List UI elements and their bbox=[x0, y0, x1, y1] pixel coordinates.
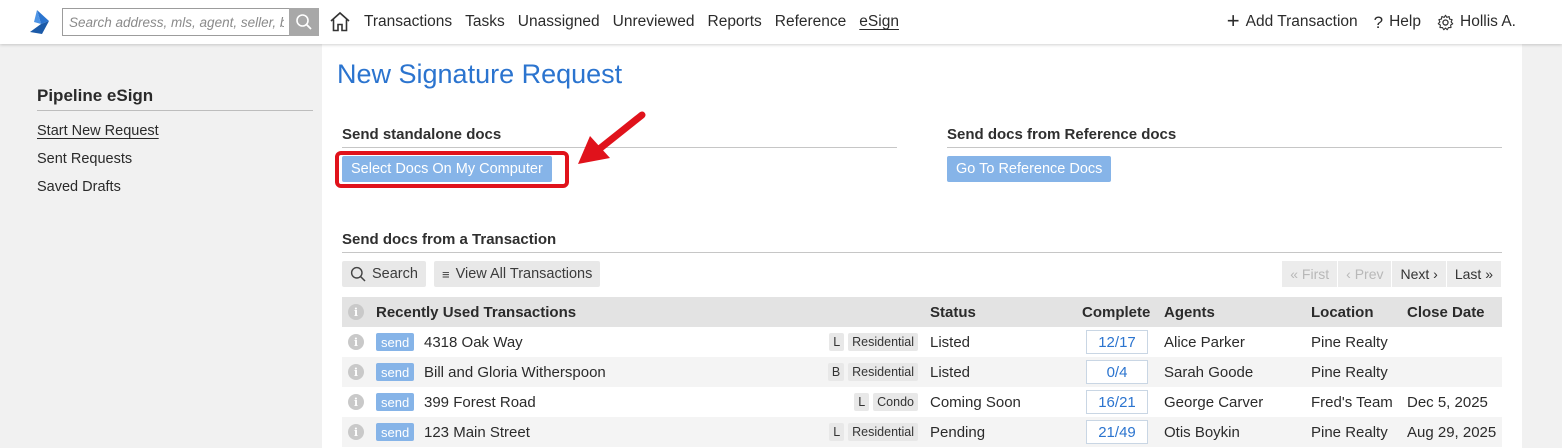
nav-reference[interactable]: Reference bbox=[775, 13, 847, 31]
table-row[interactable]: i send 4318 Oak Way L Residential Listed… bbox=[342, 327, 1502, 357]
location-cell: Pine Realty bbox=[1311, 333, 1388, 351]
col-header-complete: Complete bbox=[1082, 303, 1151, 321]
transaction-docs-heading: Send docs from a Transaction bbox=[342, 231, 1502, 253]
annotation-arrow bbox=[578, 111, 646, 164]
send-button[interactable]: send bbox=[376, 423, 415, 441]
gear-icon bbox=[1437, 14, 1454, 30]
col-header-agents: Agents bbox=[1164, 303, 1215, 321]
property-type-tag: Condo bbox=[873, 393, 918, 411]
top-navigation-bar: Transactions Tasks Unassigned Unreviewed… bbox=[0, 0, 1562, 44]
property-type-tag: Residential bbox=[848, 423, 918, 441]
info-icon[interactable]: i bbox=[348, 364, 364, 380]
transaction-name[interactable]: 123 Main Street bbox=[424, 417, 530, 447]
transaction-name[interactable]: 399 Forest Road bbox=[424, 387, 536, 417]
main-panel: New Signature Request Send standalone do… bbox=[322, 44, 1522, 448]
add-transaction-label: Add Transaction bbox=[1245, 13, 1358, 30]
list-icon: ≡ bbox=[442, 266, 450, 282]
transaction-search-button[interactable]: Search bbox=[342, 261, 426, 287]
status-cell: Coming Soon bbox=[930, 393, 1021, 411]
side-code-tag: B bbox=[827, 363, 845, 381]
view-all-label: View All Transactions bbox=[455, 266, 593, 282]
close-date-cell: Dec 5, 2025 bbox=[1407, 393, 1488, 411]
side-code-tag: L bbox=[854, 393, 870, 411]
reference-docs-heading: Send docs from Reference docs bbox=[947, 126, 1502, 148]
nav-unassigned[interactable]: Unassigned bbox=[518, 13, 600, 31]
agent-cell: Alice Parker bbox=[1164, 333, 1245, 351]
app-logo[interactable] bbox=[28, 8, 56, 36]
help-icon: ? bbox=[1373, 12, 1384, 32]
info-icon[interactable]: i bbox=[348, 424, 364, 440]
nav-esign[interactable]: eSign bbox=[859, 13, 899, 31]
complete-count[interactable]: 16/21 bbox=[1086, 390, 1148, 414]
agent-cell: Sarah Goode bbox=[1164, 363, 1254, 381]
table-row[interactable]: i send 123 Main Street L Residential Pen… bbox=[342, 417, 1502, 447]
table-header-row: i Recently Used Transactions Status Comp… bbox=[342, 297, 1502, 327]
global-search-input[interactable] bbox=[62, 8, 290, 36]
transaction-name[interactable]: Bill and Gloria Witherspoon bbox=[424, 357, 606, 387]
pager-last[interactable]: Last » bbox=[1446, 261, 1502, 287]
agent-cell: George Carver bbox=[1164, 393, 1264, 411]
col-header-name: Recently Used Transactions bbox=[376, 303, 577, 321]
side-code-tag: L bbox=[829, 423, 845, 441]
esign-sidebar: Pipeline eSign Start New Request Sent Re… bbox=[37, 86, 313, 195]
table-row[interactable]: i send 399 Forest Road L Condo Coming So… bbox=[342, 387, 1502, 417]
close-date-cell: Aug 29, 2025 bbox=[1407, 423, 1497, 441]
location-cell: Pine Realty bbox=[1311, 423, 1388, 441]
user-name: Hollis A. bbox=[1460, 13, 1516, 30]
transaction-name[interactable]: 4318 Oak Way bbox=[424, 327, 523, 357]
property-type-tag: Residential bbox=[848, 333, 918, 351]
main-nav: Transactions Tasks Unassigned Unreviewed… bbox=[364, 0, 899, 44]
send-button[interactable]: send bbox=[376, 363, 415, 381]
user-nav: + Add Transaction ? Help Hollis A. bbox=[1227, 0, 1516, 44]
info-icon[interactable]: i bbox=[348, 394, 364, 410]
pager-next[interactable]: Next › bbox=[1392, 261, 1447, 287]
sidebar-item-sent-requests[interactable]: Sent Requests bbox=[37, 151, 132, 167]
info-icon: i bbox=[348, 304, 364, 320]
nav-tasks[interactable]: Tasks bbox=[465, 13, 505, 31]
side-code-tag: L bbox=[829, 333, 845, 351]
pager-first[interactable]: « First bbox=[1282, 261, 1339, 287]
user-menu[interactable]: Hollis A. bbox=[1437, 13, 1516, 31]
search-icon bbox=[350, 266, 366, 282]
table-row[interactable]: i send Bill and Gloria Witherspoon B Res… bbox=[342, 357, 1502, 387]
complete-count[interactable]: 12/17 bbox=[1086, 330, 1148, 354]
pagination: « First ‹ Prev Next › Last » bbox=[1282, 261, 1502, 287]
nav-unreviewed[interactable]: Unreviewed bbox=[613, 13, 695, 31]
agent-cell: Otis Boykin bbox=[1164, 423, 1240, 441]
location-cell: Fred's Team bbox=[1311, 393, 1393, 411]
col-header-close-date: Close Date bbox=[1407, 303, 1485, 321]
select-docs-button[interactable]: Select Docs On My Computer bbox=[342, 156, 552, 182]
nav-transactions[interactable]: Transactions bbox=[364, 13, 452, 31]
sidebar-item-saved-drafts[interactable]: Saved Drafts bbox=[37, 179, 121, 195]
property-type-tag: Residential bbox=[848, 363, 918, 381]
sidebar-title: Pipeline eSign bbox=[37, 86, 313, 111]
view-all-transactions-button[interactable]: ≡ View All Transactions bbox=[434, 261, 601, 287]
search-icon bbox=[296, 14, 312, 30]
add-transaction-button[interactable]: + Add Transaction bbox=[1226, 8, 1358, 33]
sidebar-item-start-new-request[interactable]: Start New Request bbox=[37, 123, 159, 139]
pager-prev[interactable]: ‹ Prev bbox=[1338, 261, 1393, 287]
col-header-status: Status bbox=[930, 303, 976, 321]
home-icon[interactable] bbox=[328, 10, 352, 34]
search-button-label: Search bbox=[372, 266, 418, 282]
send-button[interactable]: send bbox=[376, 333, 415, 351]
page-title: New Signature Request bbox=[337, 59, 623, 89]
status-cell: Listed bbox=[930, 363, 971, 381]
col-header-location: Location bbox=[1311, 303, 1374, 321]
go-to-reference-docs-button[interactable]: Go To Reference Docs bbox=[947, 156, 1112, 182]
info-icon[interactable]: i bbox=[348, 334, 364, 350]
complete-count[interactable]: 21/49 bbox=[1086, 420, 1148, 444]
help-label: Help bbox=[1389, 13, 1421, 30]
nav-reports[interactable]: Reports bbox=[708, 13, 762, 31]
plus-icon: + bbox=[1226, 8, 1240, 33]
location-cell: Pine Realty bbox=[1311, 363, 1388, 381]
complete-count[interactable]: 0/4 bbox=[1086, 360, 1148, 384]
help-button[interactable]: ? Help bbox=[1374, 13, 1421, 31]
search-button[interactable] bbox=[289, 8, 319, 36]
status-cell: Pending bbox=[930, 423, 986, 441]
status-cell: Listed bbox=[930, 333, 971, 351]
send-button[interactable]: send bbox=[376, 393, 415, 411]
